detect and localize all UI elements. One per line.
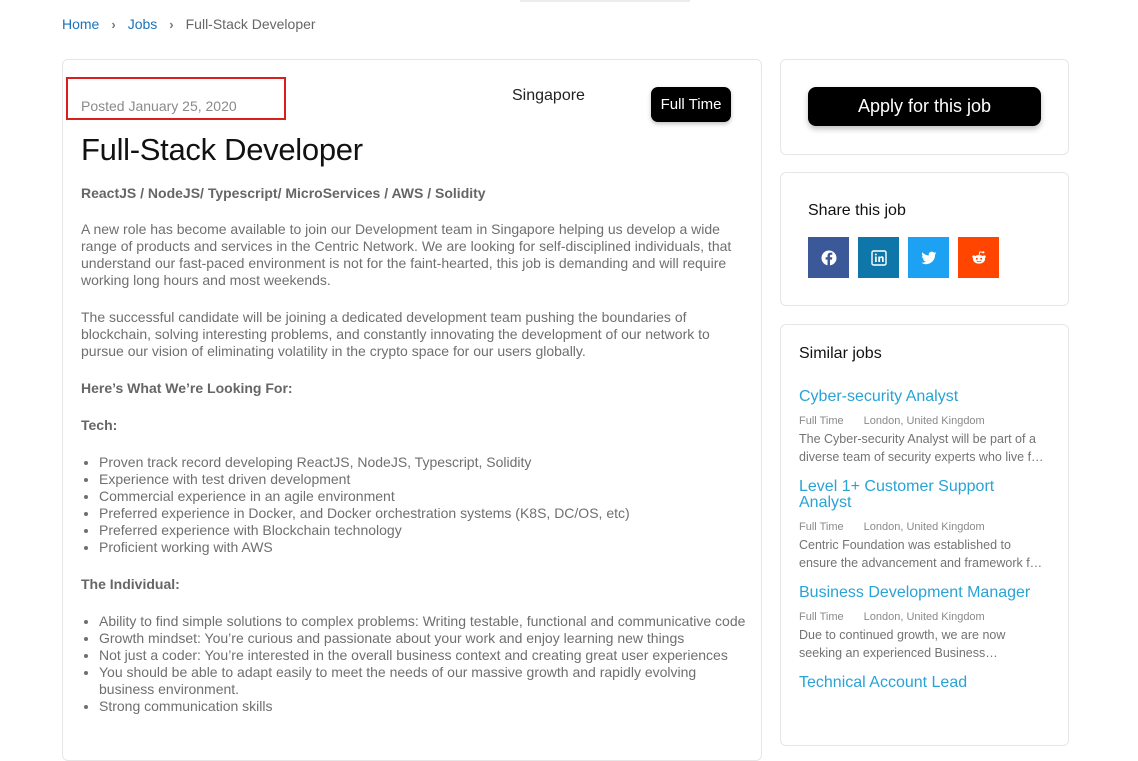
breadcrumb-current: Full-Stack Developer — [185, 16, 316, 32]
share-twitter-button[interactable] — [908, 237, 949, 278]
share-facebook-button[interactable] — [808, 237, 849, 278]
list-item: Strong communication skills — [99, 698, 746, 715]
similar-job-description: The Cyber-security Analyst will be part … — [799, 432, 1044, 464]
similar-job-description: Centric Foundation was established to en… — [799, 538, 1043, 570]
chevron-right-icon: › — [169, 16, 174, 32]
similar-job-item: Cyber-security Analyst Full Time London,… — [799, 389, 1049, 466]
apply-button[interactable]: Apply for this job — [808, 87, 1041, 126]
list-item: Commercial experience in an agile enviro… — [99, 488, 746, 505]
similar-job-link[interactable]: Business Development Manager — [799, 585, 1049, 601]
list-item: Preferred experience in Docker, and Dock… — [99, 505, 746, 522]
section-heading: Here’s What We’re Looking For: — [81, 380, 293, 396]
similar-job-link[interactable]: Level 1+ Customer Support Analyst — [799, 479, 1049, 511]
section-heading: The Individual: — [81, 576, 180, 592]
list-item: Experience with test driven development — [99, 471, 746, 488]
posted-date: Posted January 25, 2020 — [81, 98, 237, 114]
list-item: Growth mindset: You’re curious and passi… — [99, 630, 746, 647]
breadcrumb-home-link[interactable]: Home — [62, 16, 99, 32]
similar-job-meta: Full Time London, United Kingdom — [799, 415, 1049, 427]
share-linkedin-button[interactable] — [858, 237, 899, 278]
facebook-icon — [821, 250, 836, 266]
breadcrumb-jobs-link[interactable]: Jobs — [128, 16, 158, 32]
similar-job-type: Full Time — [799, 611, 844, 623]
top-divider — [520, 0, 690, 2]
section-heading: Tech: — [81, 417, 118, 433]
similar-job-location: London, United Kingdom — [863, 521, 985, 533]
chevron-right-icon: › — [111, 16, 116, 32]
similar-job-description: Due to continued growth, we are now seek… — [799, 628, 1006, 660]
similar-job-location: London, United Kingdom — [863, 415, 985, 427]
share-card: Share this job — [780, 172, 1069, 306]
similar-job-meta: Full Time London, United Kingdom — [799, 521, 1049, 533]
share-reddit-button[interactable] — [958, 237, 999, 278]
apply-card: Apply for this job — [780, 59, 1069, 155]
description-paragraph: The successful candidate will be joining… — [81, 309, 710, 359]
similar-job-meta: Full Time London, United Kingdom — [799, 611, 1049, 623]
list-item: You should be able to adapt easily to me… — [99, 664, 746, 698]
similar-job-link[interactable]: Cyber-security Analyst — [799, 389, 1049, 405]
job-location: Singapore — [512, 87, 585, 104]
breadcrumb: Home › Jobs › Full-Stack Developer — [62, 16, 316, 32]
similar-jobs-list: Cyber-security Analyst Full Time London,… — [799, 389, 1049, 704]
similar-jobs-card: Similar jobs Cyber-security Analyst Full… — [780, 324, 1069, 746]
job-description: ReactJS / NodeJS/ Typescript/ MicroServi… — [81, 185, 746, 735]
job-tags: ReactJS / NodeJS/ Typescript/ MicroServi… — [81, 185, 486, 201]
list-item: Not just a coder: You’re interested in t… — [99, 647, 746, 664]
job-type-badge[interactable]: Full Time — [651, 87, 731, 122]
list-item: Preferred experience with Blockchain tec… — [99, 522, 746, 539]
list-item: Proven track record developing ReactJS, … — [99, 454, 746, 471]
linkedin-icon — [870, 249, 887, 266]
twitter-icon — [920, 251, 936, 264]
share-title: Share this job — [808, 202, 906, 219]
job-title: Full-Stack Developer — [81, 132, 363, 167]
share-buttons — [808, 237, 999, 278]
list-item: Proficient working with AWS — [99, 539, 746, 556]
similar-job-type: Full Time — [799, 415, 844, 427]
similar-job-link[interactable]: Technical Account Lead — [799, 675, 1049, 691]
similar-job-type: Full Time — [799, 521, 844, 533]
reddit-icon — [971, 250, 986, 264]
list-item: Ability to find simple solutions to comp… — [99, 613, 746, 630]
similar-job-location: London, United Kingdom — [863, 611, 985, 623]
job-detail-card: Posted January 25, 2020 Singapore Full T… — [62, 59, 762, 761]
similar-jobs-title: Similar jobs — [799, 345, 882, 362]
individual-requirements-list: Ability to find simple solutions to comp… — [81, 613, 746, 715]
similar-job-item: Business Development Manager Full Time L… — [799, 585, 1049, 662]
similar-job-item: Technical Account Lead — [799, 675, 1049, 691]
tech-requirements-list: Proven track record developing ReactJS, … — [81, 454, 746, 556]
similar-job-item: Level 1+ Customer Support Analyst Full T… — [799, 479, 1049, 572]
description-paragraph: A new role has become available to join … — [81, 221, 732, 288]
